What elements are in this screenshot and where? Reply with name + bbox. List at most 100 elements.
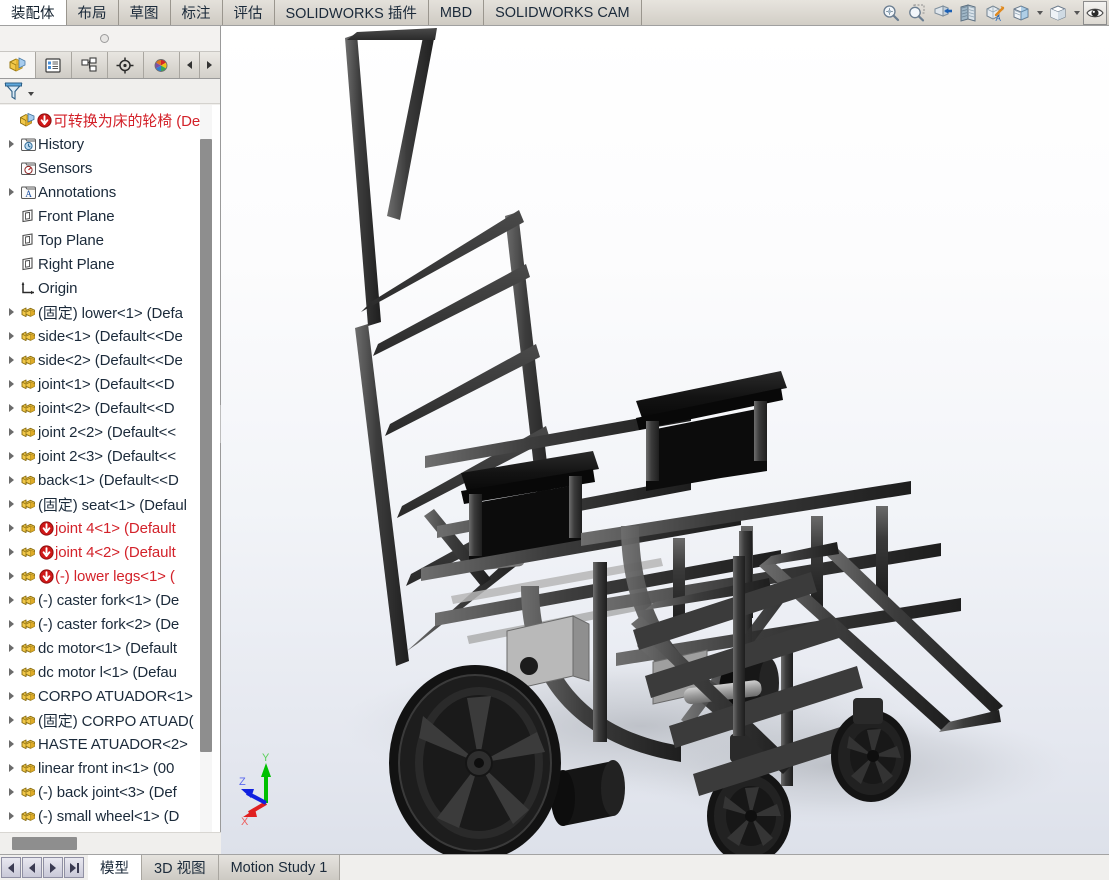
expand-arrow-icon[interactable] (4, 540, 18, 564)
apply-scene-dropdown-caret[interactable] (1072, 1, 1081, 25)
ribbon-tab-solidworks-cam[interactable]: SOLIDWORKS CAM (484, 0, 642, 25)
tree-item[interactable]: (-) back joint<3> (Def (0, 780, 220, 804)
tree-item[interactable]: joint 2<3> (Default<< (0, 444, 220, 468)
tree-item[interactable]: CORPO ATUADOR<1> (0, 684, 220, 708)
tree-horizontal-scrollbar[interactable] (0, 832, 221, 854)
tree-item[interactable]: Right Plane (0, 252, 220, 276)
expand-arrow-icon[interactable] (4, 612, 18, 636)
tree-item[interactable]: (-) small wheel<1> (D (0, 804, 220, 828)
tree-item[interactable]: joint 2<2> (Default<< (0, 420, 220, 444)
hide-show-items-icon[interactable] (1083, 0, 1107, 25)
tree-item[interactable]: (固定) CORPO ATUAD( (0, 708, 220, 732)
history-icon (18, 136, 38, 153)
first-tab-button[interactable] (1, 857, 21, 878)
panel-tab-next-button[interactable] (199, 52, 221, 78)
tree-vertical-scrollbar[interactable] (200, 105, 212, 832)
expand-arrow-icon[interactable] (4, 756, 18, 780)
expand-arrow-icon[interactable] (4, 132, 18, 156)
apply-scene-icon[interactable] (1046, 1, 1070, 25)
tree-item[interactable]: joint<1> (Default<<D (0, 372, 220, 396)
tree-item[interactable]: (-) caster fork<1> (De (0, 588, 220, 612)
ribbon-tab-mbd[interactable]: MBD (428, 0, 485, 25)
tab-motion-study-1[interactable]: Motion Study 1 (218, 855, 341, 880)
zoom-in-out-icon[interactable] (931, 1, 955, 25)
expand-arrow-icon[interactable] (4, 444, 18, 468)
zoom-to-fit-icon[interactable] (879, 1, 903, 25)
tree-item[interactable]: dc motor<1> (Default (0, 636, 220, 660)
expand-arrow-icon[interactable] (4, 660, 18, 684)
expand-arrow-icon[interactable] (4, 300, 18, 324)
filter-icon[interactable] (2, 81, 24, 101)
feature-manager-design-tree-tab[interactable] (0, 52, 36, 78)
expand-arrow-icon[interactable] (4, 324, 18, 348)
panel-pin-icon[interactable] (100, 34, 109, 43)
display-manager-tab[interactable] (143, 52, 180, 78)
prev-tab-button[interactable] (22, 857, 42, 878)
tree-item[interactable]: Top Plane (0, 228, 220, 252)
expand-arrow-icon[interactable] (4, 372, 18, 396)
property-manager-tab[interactable] (35, 52, 72, 78)
tree-item[interactable]: (-) lower legs<1> ( (0, 564, 220, 588)
expand-arrow-icon[interactable] (4, 708, 18, 732)
tab-3d-views[interactable]: 3D 视图 (142, 855, 219, 880)
tree-item[interactable]: joint 4<2> (Default (0, 540, 220, 564)
expand-arrow-icon[interactable] (4, 180, 18, 204)
expand-arrow-icon[interactable] (4, 588, 18, 612)
configuration-manager-tab[interactable] (71, 52, 108, 78)
tree-item[interactable]: (-) caster fork<2> (De (0, 612, 220, 636)
expand-arrow-icon[interactable] (4, 396, 18, 420)
display-style-icon[interactable] (1009, 1, 1033, 25)
tree-item-label: Right Plane (38, 255, 115, 273)
tree-item[interactable]: (固定) seat<1> (Defaul (0, 492, 220, 516)
ribbon-tab-markup[interactable]: 标注 (170, 0, 223, 25)
tree-item[interactable]: side<1> (Default<<De (0, 324, 220, 348)
tree-item[interactable]: History (0, 132, 220, 156)
expand-arrow-icon[interactable] (4, 564, 18, 588)
tree-item[interactable]: linear front in<1> (00 (0, 756, 220, 780)
tree-item[interactable]: Origin (0, 276, 220, 300)
tree-item[interactable]: joint<2> (Default<<D (0, 396, 220, 420)
graphics-viewport[interactable]: Y X Z (221, 26, 1109, 854)
view-orientation-icon[interactable]: A (983, 1, 1007, 25)
ribbon-tab-evaluate[interactable]: 评估 (222, 0, 275, 25)
ribbon-tab-solidworks-addins[interactable]: SOLIDWORKS 插件 (274, 0, 429, 25)
filter-dropdown-caret[interactable] (28, 92, 34, 96)
ribbon-tab-assembly[interactable]: 装配体 (0, 0, 67, 25)
display-style-dropdown-caret[interactable] (1035, 1, 1044, 25)
expand-arrow-icon[interactable] (4, 780, 18, 804)
tree-item-label: side<1> (Default<<De (38, 327, 183, 345)
expand-arrow-icon[interactable] (4, 348, 18, 372)
expand-arrow-icon[interactable] (4, 492, 18, 516)
tree-item[interactable]: (固定) lower<1> (Defa (0, 300, 220, 324)
next-tab-button[interactable] (43, 857, 63, 878)
expand-arrow-icon[interactable] (4, 804, 18, 828)
expand-arrow-icon[interactable] (4, 420, 18, 444)
tree-horizontal-scroll-thumb[interactable] (12, 837, 77, 850)
panel-tab-prev-button[interactable] (179, 52, 200, 78)
expand-arrow-icon[interactable] (4, 684, 18, 708)
expand-arrow-icon[interactable] (4, 732, 18, 756)
expand-arrow-icon[interactable] (4, 636, 18, 660)
tree-item[interactable]: dc motor l<1> (Defau (0, 660, 220, 684)
ribbon-tab-sketch[interactable]: 草图 (118, 0, 171, 25)
tree-item[interactable]: side<2> (Default<<De (0, 348, 220, 372)
tree-item[interactable]: A Annotations (0, 180, 220, 204)
tree-item[interactable]: back<1> (Default<<D (0, 468, 220, 492)
section-view-icon[interactable] (957, 1, 981, 25)
tree-item-label: joint 2<3> (Default<< (38, 447, 176, 465)
tab-model[interactable]: 模型 (88, 855, 142, 880)
tree-item[interactable]: HASTE ATUADOR<2> (0, 732, 220, 756)
tree-vertical-scroll-thumb[interactable] (200, 139, 212, 752)
ribbon-tab-layout[interactable]: 布局 (66, 0, 119, 25)
tree-item[interactable]: Front Plane (0, 204, 220, 228)
expand-arrow-icon[interactable] (4, 468, 18, 492)
expand-arrow-icon[interactable] (4, 516, 18, 540)
dimxpert-manager-tab[interactable] (107, 52, 144, 78)
last-tab-button[interactable] (64, 857, 84, 878)
zoom-to-area-icon[interactable] (905, 1, 929, 25)
tree-item[interactable]: joint 4<1> (Default (0, 516, 220, 540)
part-icon (18, 568, 38, 585)
design-tree[interactable]: 可转换为床的轮椅 (Def History Sensors A Annotati… (0, 105, 220, 832)
tree-item[interactable]: Sensors (0, 156, 220, 180)
tree-item[interactable]: 可转换为床的轮椅 (Def (0, 108, 220, 132)
